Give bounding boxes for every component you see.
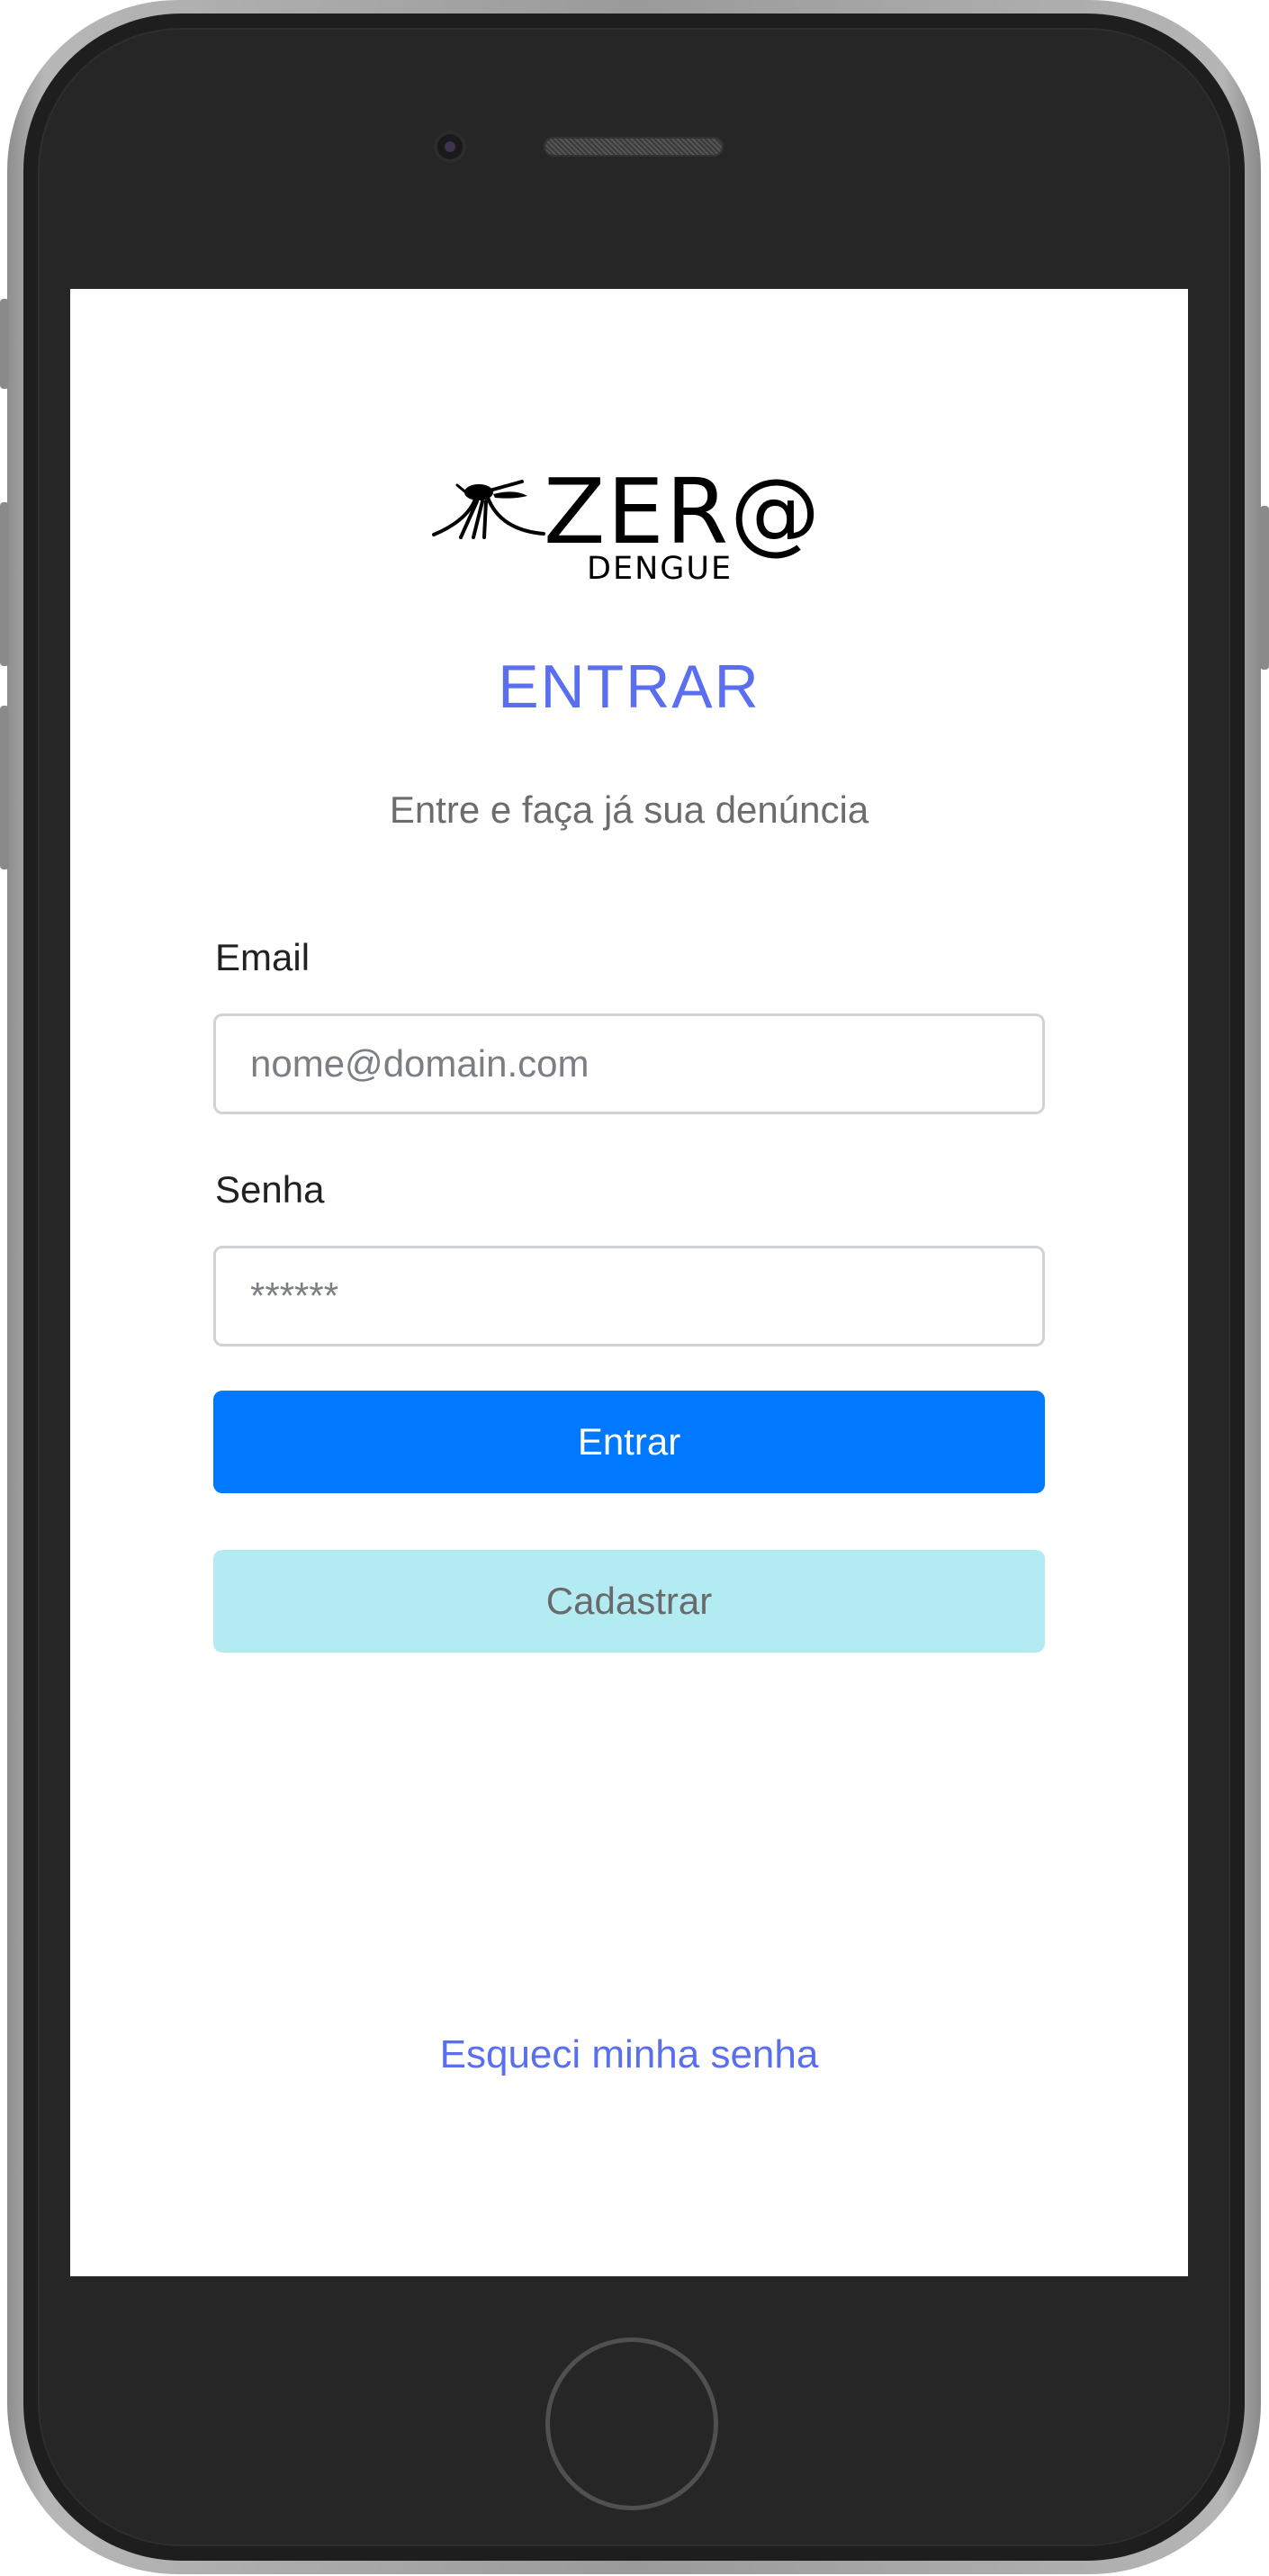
register-button[interactable]: Cadastrar: [213, 1550, 1045, 1653]
page-subtitle: Entre e faça já sua denúncia: [389, 788, 869, 831]
phone-side-button-right: [1260, 506, 1269, 670]
email-label: Email: [215, 936, 310, 978]
forgot-password-link[interactable]: Esqueci minha senha: [70, 2035, 1188, 2075]
zero-dengue-logo: ZER@ DENGUE: [432, 467, 900, 593]
app-screen: ZER@ DENGUE ENTRAR Entre e faça já sua d…: [70, 289, 1188, 2276]
email-field[interactable]: [213, 1013, 1045, 1114]
earpiece-speaker: [544, 137, 724, 157]
login-button[interactable]: Entrar: [213, 1391, 1045, 1493]
password-field[interactable]: [213, 1246, 1045, 1347]
phone-side-button-left-1: [0, 299, 9, 389]
home-button[interactable]: [545, 2337, 718, 2510]
phone-side-button-left-2: [0, 502, 9, 666]
page-title: ENTRAR: [498, 653, 760, 721]
front-camera: [434, 131, 466, 163]
mosquito-icon: [432, 480, 545, 539]
password-label: Senha: [215, 1168, 325, 1211]
logo-wordmark: ZER@: [544, 459, 823, 564]
phone-side-button-left-3: [0, 706, 9, 869]
logo-subtitle: DENGUE: [587, 551, 734, 587]
